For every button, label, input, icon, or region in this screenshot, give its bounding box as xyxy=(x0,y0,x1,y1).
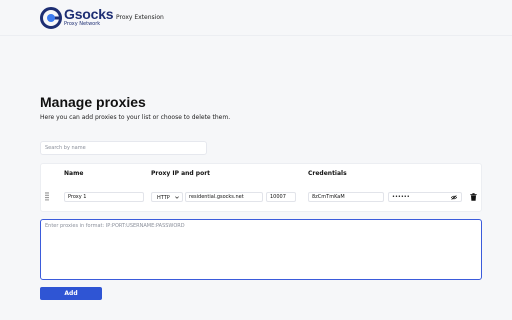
protocol-select-value: HTTP xyxy=(157,195,170,201)
eye-off-icon[interactable] xyxy=(451,195,457,200)
add-button[interactable]: Add xyxy=(40,287,102,300)
proxy-host-input[interactable] xyxy=(185,192,263,202)
extension-label: Proxy Extension xyxy=(116,14,164,21)
column-header-name: Name xyxy=(64,170,84,177)
drag-handle-icon[interactable] xyxy=(45,192,49,201)
chevron-down-icon xyxy=(175,196,179,199)
brand-name: Gsocks xyxy=(64,6,114,22)
trash-icon[interactable] xyxy=(470,193,477,201)
bulk-proxies-textarea[interactable] xyxy=(40,219,482,280)
protocol-select[interactable]: HTTP xyxy=(151,192,183,202)
page-title: Manage proxies xyxy=(40,94,146,110)
search-input[interactable] xyxy=(40,141,207,155)
gsocks-logo-icon xyxy=(40,7,62,29)
proxy-port-input[interactable] xyxy=(266,192,296,202)
app-header: Gsocks Proxy Network Proxy Extension xyxy=(0,0,512,36)
proxy-table xyxy=(40,163,482,212)
column-header-credentials: Credentials xyxy=(308,170,347,177)
page-description: Here you can add proxies to your list or… xyxy=(40,114,231,121)
username-input[interactable] xyxy=(308,192,384,202)
column-header-proxy-ip-port: Proxy IP and port xyxy=(151,170,211,177)
proxy-name-input[interactable] xyxy=(64,192,144,202)
brand-subtitle: Proxy Network xyxy=(64,21,101,27)
